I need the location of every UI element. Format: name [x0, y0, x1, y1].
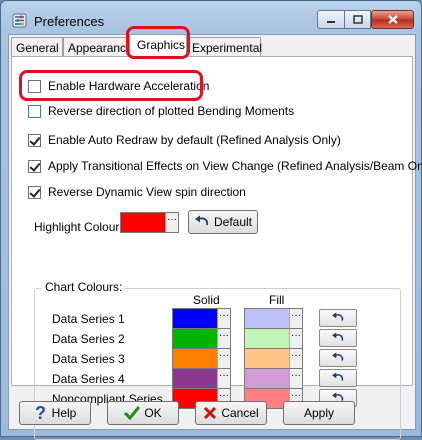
- tab-appearance[interactable]: Appearance: [63, 37, 133, 56]
- reverse-bending-moments-label: Reverse direction of plotted Bending Mom…: [48, 104, 295, 118]
- undo-arrow-icon: [332, 352, 344, 361]
- cancel-label: Cancel: [221, 406, 259, 420]
- reverse-spin-label: Reverse Dynamic View spin direction: [48, 185, 246, 199]
- svg-text:?: ?: [35, 404, 46, 422]
- cancel-x-icon: [204, 406, 217, 420]
- tab-experimental-label: Experimental: [192, 41, 263, 55]
- close-button[interactable]: [371, 10, 414, 29]
- fill-column-header: Fill: [269, 293, 285, 307]
- chart-row-label: Data Series 1: [52, 312, 125, 326]
- option-reverse-bending-moments[interactable]: Reverse direction of plotted Bending Mom…: [28, 103, 294, 119]
- undo-arrow-icon: [332, 372, 344, 381]
- tab-general-label: General: [16, 41, 59, 55]
- option-transitional-effects[interactable]: Apply Transitional Effects on View Chang…: [28, 158, 422, 174]
- tab-graphics-label: Graphics: [137, 38, 186, 52]
- apply-label: Apply: [303, 406, 335, 420]
- tab-graphics[interactable]: Graphics: [129, 34, 187, 57]
- transitional-effects-label: Apply Transitional Effects on View Chang…: [48, 159, 422, 173]
- ellipsis-icon[interactable]: ···: [217, 329, 230, 348]
- tab-appearance-label: Appearance: [68, 41, 133, 55]
- fill-colour-swatch[interactable]: [245, 309, 289, 328]
- highlight-colour-swatch[interactable]: [121, 213, 165, 232]
- fill-colour-picker[interactable]: ···: [244, 308, 303, 329]
- fill-colour-swatch[interactable]: [245, 369, 289, 388]
- ok-label: OK: [144, 406, 162, 420]
- solid-colour-swatch[interactable]: [173, 329, 217, 348]
- highlight-colour-picker[interactable]: ···: [120, 212, 179, 233]
- ok-button[interactable]: OK: [107, 401, 179, 425]
- option-reverse-spin[interactable]: Reverse Dynamic View spin direction: [28, 184, 246, 200]
- reset-colour-button[interactable]: [319, 309, 357, 327]
- undo-arrow-icon: [332, 332, 344, 341]
- apply-button[interactable]: Apply: [283, 401, 355, 425]
- fill-colour-picker[interactable]: ···: [244, 348, 303, 369]
- title-bar[interactable]: Preferences: [1, 1, 421, 35]
- window-title: Preferences: [34, 14, 105, 29]
- ellipsis-icon[interactable]: ···: [289, 369, 302, 388]
- help-question-icon: ?: [35, 404, 46, 422]
- minimize-icon: [327, 20, 335, 23]
- ellipsis-icon[interactable]: ···: [165, 213, 178, 232]
- reset-colour-button[interactable]: [319, 329, 357, 347]
- fill-colour-picker[interactable]: ···: [244, 368, 303, 389]
- option-hardware-acceleration[interactable]: Enable Hardware Acceleration: [28, 78, 209, 94]
- tab-experimental[interactable]: Experimental: [187, 37, 263, 56]
- cancel-button[interactable]: Cancel: [195, 401, 267, 425]
- chart-row-label: Data Series 2: [52, 332, 125, 346]
- preferences-window: Preferences General Appearance Graphics …: [0, 0, 422, 440]
- help-button[interactable]: ? Help: [19, 401, 91, 425]
- graphics-tab-panel: Enable Hardware Acceleration Reverse dir…: [11, 56, 422, 440]
- solid-colour-swatch[interactable]: [173, 309, 217, 328]
- dialog-body: General Appearance Graphics Experimental…: [8, 26, 422, 440]
- solid-colour-swatch[interactable]: [173, 369, 217, 388]
- minimize-button[interactable]: [317, 10, 345, 29]
- maximize-button[interactable]: [345, 10, 371, 29]
- maximize-icon: [352, 15, 363, 24]
- preferences-app-icon: [12, 13, 27, 28]
- auto-redraw-checkbox[interactable]: [28, 133, 41, 147]
- ok-checkmark-icon: [124, 406, 141, 420]
- solid-colour-picker[interactable]: ···: [172, 368, 231, 389]
- close-icon: [387, 15, 398, 24]
- ellipsis-icon[interactable]: ···: [217, 349, 230, 368]
- ellipsis-icon[interactable]: ···: [289, 329, 302, 348]
- undo-arrow-icon: [332, 312, 344, 321]
- transitional-effects-checkbox[interactable]: [28, 159, 41, 173]
- ellipsis-icon[interactable]: ···: [217, 309, 230, 328]
- hardware-acceleration-label: Enable Hardware Acceleration: [48, 79, 210, 93]
- chart-colours-title: Chart Colours:: [42, 280, 126, 294]
- highlight-default-label: Default: [213, 215, 253, 229]
- ellipsis-icon[interactable]: ···: [289, 309, 302, 328]
- chart-row-label: Data Series 3: [52, 352, 125, 366]
- tab-general[interactable]: General: [11, 37, 63, 56]
- option-auto-redraw[interactable]: Enable Auto Redraw by default (Refined A…: [28, 132, 341, 148]
- ellipsis-icon[interactable]: ···: [289, 349, 302, 368]
- reset-colour-button[interactable]: [319, 349, 357, 367]
- auto-redraw-label: Enable Auto Redraw by default (Refined A…: [48, 133, 341, 147]
- undo-arrow-icon: [194, 215, 209, 226]
- chart-row-label: Data Series 4: [52, 372, 125, 386]
- solid-colour-swatch[interactable]: [173, 349, 217, 368]
- solid-colour-picker[interactable]: ···: [172, 328, 231, 349]
- reverse-bending-moments-checkbox[interactable]: [28, 104, 41, 118]
- hardware-acceleration-checkbox[interactable]: [28, 79, 41, 93]
- reset-colour-button[interactable]: [319, 369, 357, 387]
- highlight-colour-label: Highlight Colour:: [34, 220, 123, 234]
- reverse-spin-checkbox[interactable]: [28, 185, 41, 199]
- highlight-default-button[interactable]: Default: [188, 210, 258, 234]
- solid-colour-picker[interactable]: ···: [172, 348, 231, 369]
- fill-colour-swatch[interactable]: [245, 329, 289, 348]
- solid-colour-picker[interactable]: ···: [172, 308, 231, 329]
- solid-column-header: Solid: [193, 293, 220, 307]
- fill-colour-swatch[interactable]: [245, 349, 289, 368]
- help-label: Help: [51, 406, 77, 420]
- fill-colour-picker[interactable]: ···: [244, 328, 303, 349]
- ellipsis-icon[interactable]: ···: [217, 369, 230, 388]
